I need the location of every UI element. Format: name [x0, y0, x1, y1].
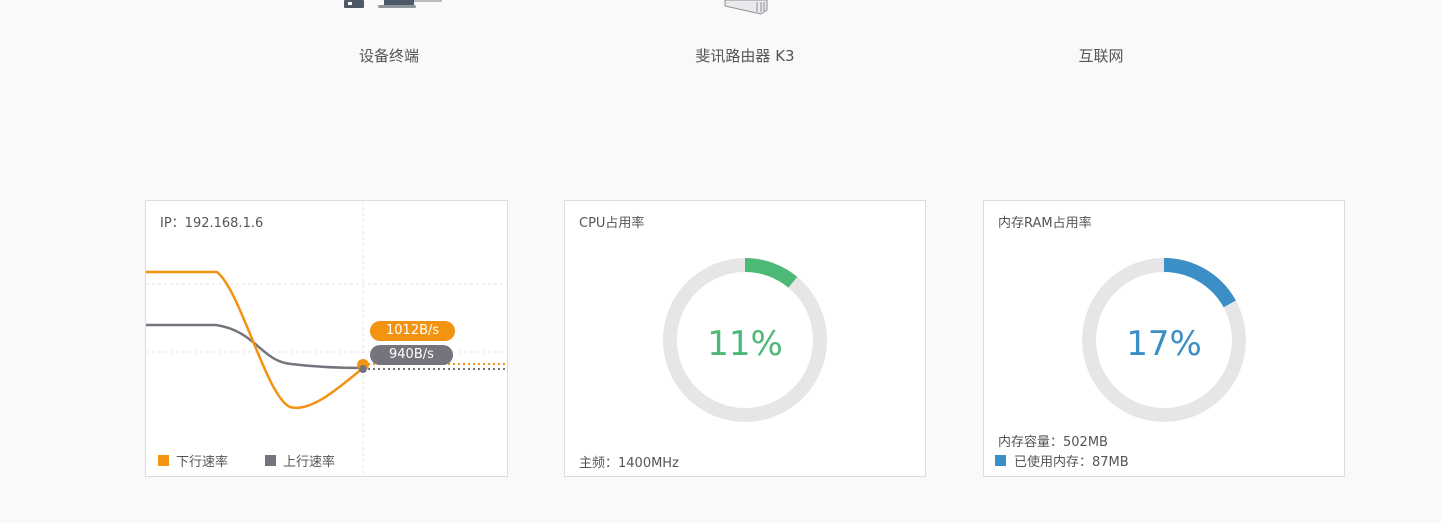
ram-percent: 17%: [1126, 324, 1202, 364]
download-swatch: [158, 455, 169, 466]
download-value-badge: 1012B/s: [370, 321, 456, 341]
internet-label: 互联网: [1078, 47, 1124, 65]
legend-upload: 上行速率: [265, 451, 335, 470]
router-icon: [724, 0, 768, 15]
router-label: 斐讯路由器 K3: [695, 47, 795, 65]
legend-download-label: 下行速率: [176, 455, 229, 470]
download-line: [146, 270, 364, 410]
cpu-panel: 11% CPU占用率 主频：1400MHz: [564, 200, 926, 477]
cpu-frequency: 主频：1400MHz: [579, 456, 679, 471]
traffic-chart: [146, 201, 507, 476]
traffic-panel: IP：192.168.1.6 1012B/s 940B/s: [145, 200, 508, 477]
upload-swatch: [265, 455, 276, 466]
cpu-percent: 11%: [707, 324, 783, 364]
legend-download: 下行速率: [158, 451, 228, 470]
ram-used-swatch: [995, 455, 1006, 466]
ip-address: IP：192.168.1.6: [160, 216, 264, 231]
upload-point: [359, 365, 367, 373]
cpu-title: CPU占用率: [579, 216, 645, 231]
device-terminal-label: 设备终端: [358, 47, 420, 65]
ram-used-legend: 已使用内存：87MB: [995, 451, 1129, 470]
ram-capacity: 内存容量：502MB: [998, 435, 1108, 450]
upload-value-badge: 940B/s: [370, 345, 453, 365]
ram-panel: 17% 内存RAM占用率 内存容量：502MB: [983, 200, 1345, 477]
cpu-gauge: 11%: [663, 258, 827, 422]
ram-used: 已使用内存：87MB: [1014, 455, 1129, 470]
legend-upload-label: 上行速率: [283, 455, 336, 470]
desktop-computer-icon: [344, 0, 442, 8]
ram-title: 内存RAM占用率: [998, 216, 1092, 231]
